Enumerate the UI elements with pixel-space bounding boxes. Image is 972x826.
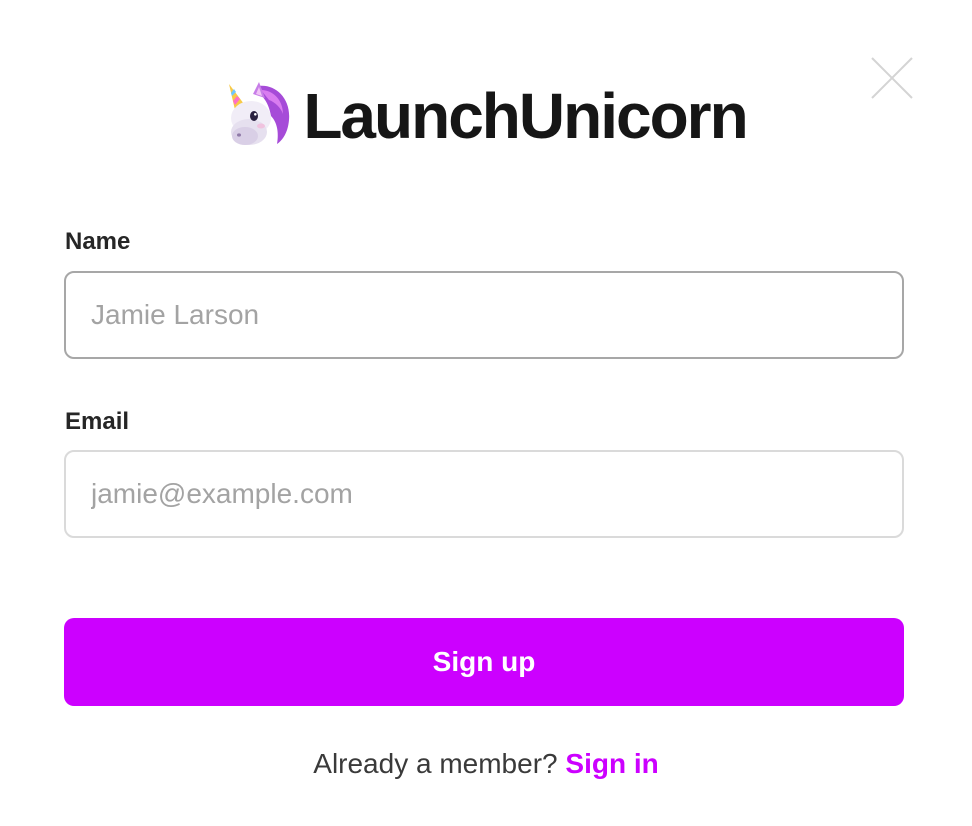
sign-in-link[interactable]: Sign in (565, 748, 658, 779)
name-label: Name (65, 228, 131, 255)
email-label: Email (65, 408, 130, 435)
signup-modal: LaunchUnicorn Name Email Sign up Already… (0, 0, 972, 826)
sign-up-button[interactable]: Sign up (64, 618, 904, 706)
sign-in-prompt: Already a member? (313, 748, 558, 779)
unicorn-icon (229, 82, 290, 145)
email-input[interactable] (64, 450, 904, 538)
brand-header: LaunchUnicorn (0, 78, 972, 154)
name-input[interactable] (64, 271, 904, 359)
sign-in-row: Already a member? Sign in (0, 746, 972, 782)
brand-name: LaunchUnicorn (303, 80, 748, 152)
